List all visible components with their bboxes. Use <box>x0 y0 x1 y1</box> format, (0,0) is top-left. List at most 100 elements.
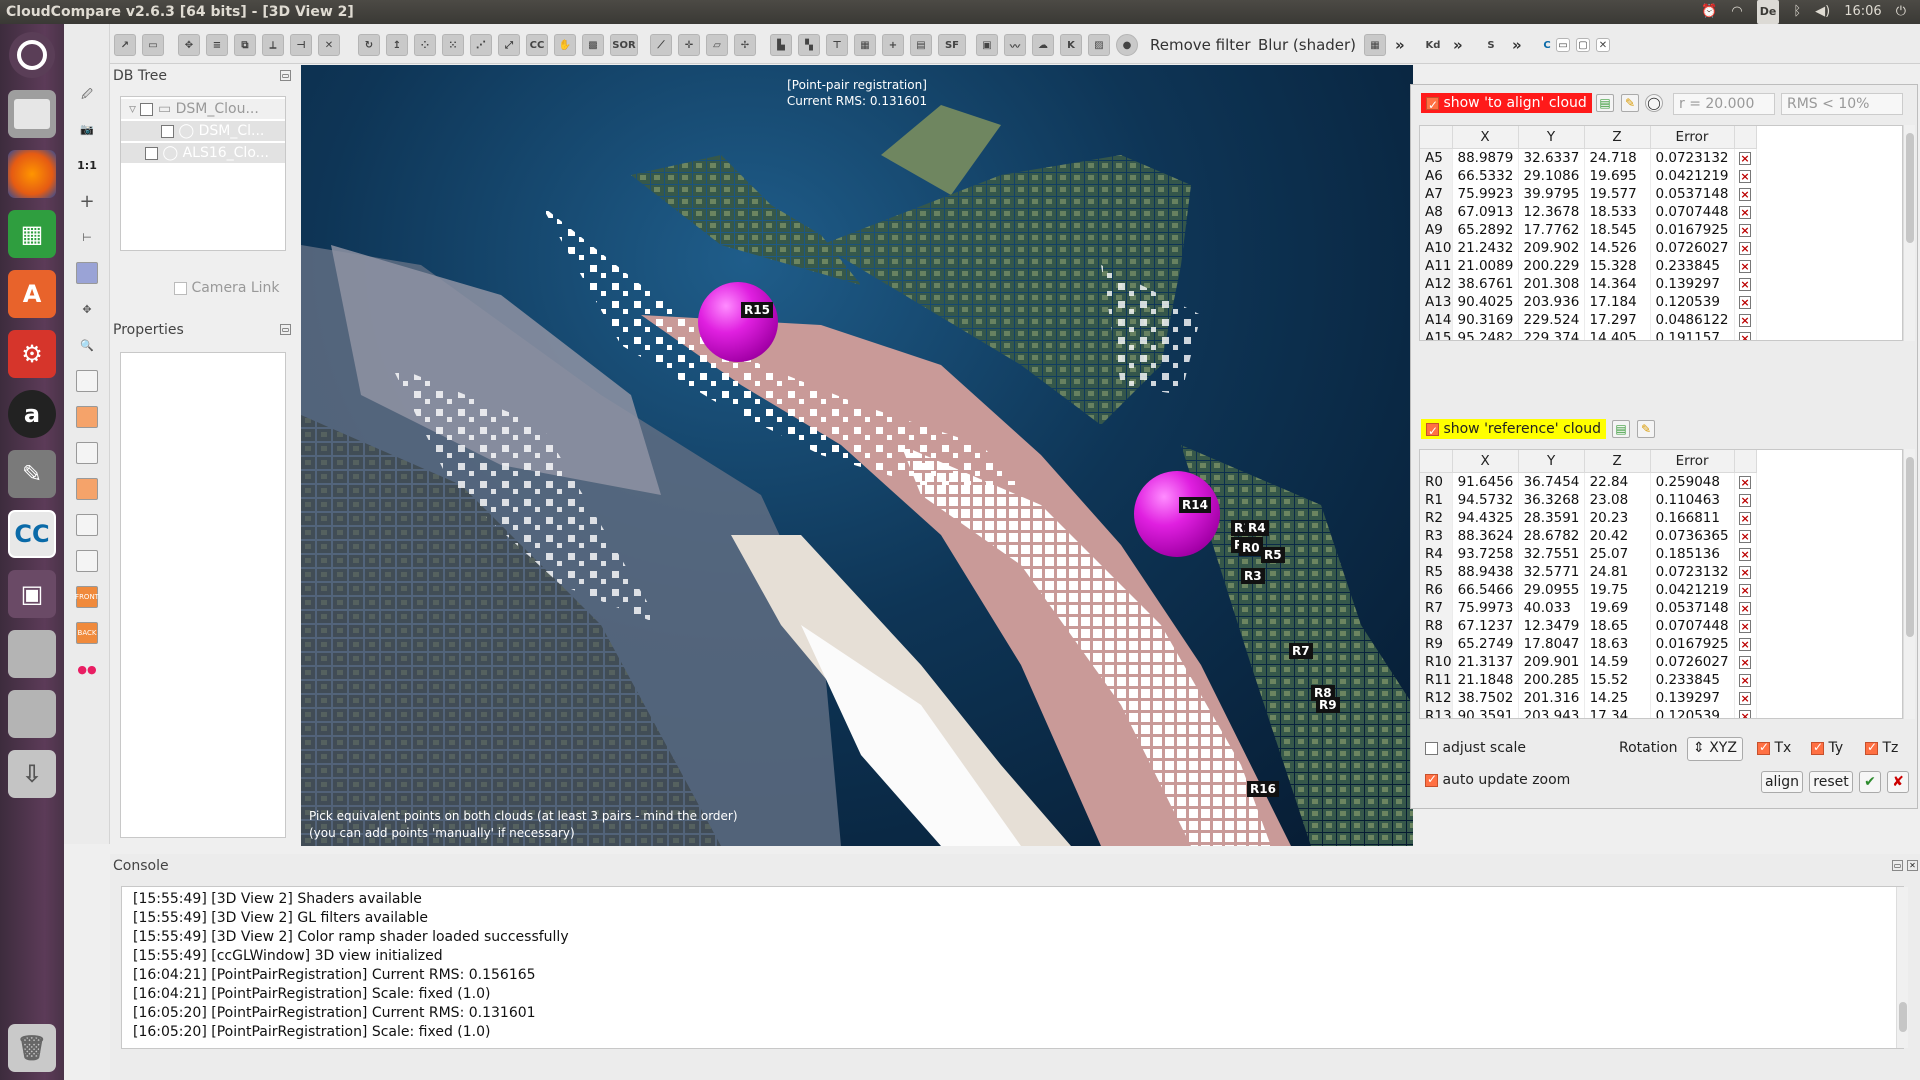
show-reference-cloud-checkbox[interactable] <box>1426 421 1439 441</box>
zoom-icon[interactable]: 🔍 <box>76 334 98 356</box>
kd-tree-icon[interactable]: Kd <box>1422 34 1444 56</box>
table-row[interactable]: A11 21.0089 200.229 15.328 0.233845 × <box>1420 256 1757 275</box>
reference-cloud-edit-icon[interactable]: ✎ <box>1637 420 1655 438</box>
remove-point-icon[interactable]: × <box>1739 151 1751 165</box>
table-row[interactable]: R4 93.7258 32.7551 25.07 0.185136 × <box>1420 544 1757 563</box>
tz-checkbox[interactable] <box>1865 740 1878 755</box>
save-icon[interactable]: ▭ <box>142 34 164 56</box>
camera-link-checkbox[interactable] <box>174 281 187 295</box>
sphere-radius-input[interactable]: r = 20.000 <box>1673 93 1775 115</box>
remove-point-icon[interactable]: × <box>1739 655 1752 669</box>
power-icon[interactable]: ⏻ <box>1896 0 1906 24</box>
axis-icon[interactable]: ⊢ <box>76 226 98 248</box>
view-back-icon[interactable] <box>76 478 98 500</box>
expand-icon[interactable]: ▿ <box>129 101 136 117</box>
column-header-z[interactable]: Z <box>1584 450 1651 473</box>
table-row[interactable]: R0 91.6456 36.7454 22.84 0.259048 × <box>1420 472 1757 491</box>
usb-drive-icon[interactable]: ⇩ <box>8 750 56 798</box>
point-marker-r15[interactable] <box>698 282 778 362</box>
label-r0[interactable]: R0 <box>1239 540 1263 556</box>
ubuntu-dash-icon[interactable] <box>9 32 55 78</box>
console-log[interactable]: [15:55:49] [3D View 2] Shaders available… <box>121 886 1904 1049</box>
remove-point-icon[interactable]: × <box>1739 205 1751 219</box>
bluetooth-icon[interactable]: ᛒ <box>1793 0 1801 24</box>
db-tree-item-dsm[interactable]: ◯ DSM_Cl... <box>121 121 285 141</box>
table-row[interactable]: R3 88.3624 28.6782 20.42 0.0736365 × <box>1420 526 1757 545</box>
remove-filter-button[interactable]: Remove filter <box>1150 34 1251 56</box>
subsample-icon[interactable]: ⁙ <box>442 34 464 56</box>
table-row[interactable]: R8 67.1237 12.3479 18.65 0.0707448 × <box>1420 616 1757 635</box>
remove-point-icon[interactable]: × <box>1739 601 1752 615</box>
noise-filter-icon[interactable]: ▨ <box>1088 34 1110 56</box>
table-row[interactable]: R5 88.9438 32.5771 24.81 0.0723132 × <box>1420 562 1757 581</box>
confirm-icon[interactable]: ✔ <box>1859 771 1881 793</box>
label-r3[interactable]: R3 <box>1241 568 1265 584</box>
view-bottom-icon[interactable] <box>76 550 98 572</box>
crosshair-icon[interactable]: + <box>76 190 98 212</box>
auto-update-zoom-option[interactable]: auto update zoom <box>1425 772 1570 788</box>
pick-icon[interactable]: ✋ <box>554 34 576 56</box>
remove-point-icon[interactable]: × <box>1739 295 1751 309</box>
remove-point-icon[interactable]: × <box>1739 313 1751 327</box>
console-undock-icon[interactable]: ▭ <box>1892 860 1903 871</box>
db-tree-item-root[interactable]: ▿ ▭ DSM_Clou... <box>121 99 285 119</box>
clock[interactable]: 16:06 <box>1844 0 1881 24</box>
view-left-icon[interactable] <box>76 442 98 464</box>
db-tree-item-als16[interactable]: ◯ ALS16_Clo... <box>121 143 285 163</box>
align-cloud-export-icon[interactable]: ▤ <box>1596 94 1614 112</box>
cloud-icon[interactable]: ☁ <box>1032 34 1054 56</box>
table-row[interactable]: R11 21.1848 200.285 15.52 0.233845 × <box>1420 670 1757 689</box>
reference-table-scrollbar[interactable] <box>1903 449 1915 719</box>
column-header-y[interactable]: Y <box>1518 126 1585 149</box>
select-icon[interactable]: ✥ <box>178 34 200 56</box>
remove-point-icon[interactable]: × <box>1739 511 1752 525</box>
view-top-icon[interactable] <box>76 370 98 392</box>
amazon-icon[interactable]: a <box>8 390 56 438</box>
column-header-x[interactable]: X <box>1452 126 1519 149</box>
cc-icon[interactable]: CC <box>526 34 548 56</box>
remove-point-icon[interactable]: × <box>1739 223 1751 237</box>
noise-icon[interactable]: ⋰ <box>470 34 492 56</box>
show-reference-cloud-toggle[interactable]: show 'reference' cloud <box>1421 419 1606 441</box>
db-tree-checkbox[interactable] <box>161 124 174 138</box>
pick-rotation-icon[interactable]: 🖉 <box>76 84 98 106</box>
tz-option[interactable]: Tz <box>1865 740 1898 756</box>
db-tree-undock-icon[interactable]: ▭ <box>280 70 291 81</box>
reset-button[interactable]: reset <box>1809 771 1853 793</box>
blur-shader-button[interactable]: Blur (shader) <box>1258 34 1356 56</box>
table-row[interactable]: A5 88.9879 32.6337 24.718 0.0723132 × <box>1420 148 1757 167</box>
column-header-x[interactable]: X <box>1452 450 1519 473</box>
sor-filter-icon[interactable]: SOR <box>610 34 638 56</box>
rotation-select[interactable]: ⇕ XYZ <box>1687 737 1743 761</box>
perspective-icon[interactable] <box>76 262 98 284</box>
back-view-icon[interactable]: BACK <box>76 622 98 644</box>
table-row[interactable]: A10 21.2432 209.902 14.526 0.0726027 × <box>1420 238 1757 257</box>
files-icon[interactable] <box>8 90 56 138</box>
tx-checkbox[interactable] <box>1757 740 1770 755</box>
open-icon[interactable]: ↗ <box>114 34 136 56</box>
table-row[interactable]: R2 94.4325 28.3591 20.23 0.166811 × <box>1420 508 1757 527</box>
db-tree-checkbox[interactable] <box>145 146 158 160</box>
toolbar-overflow-icon-3[interactable]: » <box>1512 34 1522 56</box>
zoom-1to1-icon[interactable]: 1:1 <box>76 154 98 176</box>
console-scrollbar[interactable] <box>1896 887 1908 1048</box>
table-row[interactable]: A8 67.0913 12.3678 18.533 0.0707448 × <box>1420 202 1757 221</box>
properties-undock-icon[interactable]: ▭ <box>280 324 291 335</box>
dual-view-icon[interactable]: ●● <box>76 658 98 680</box>
ty-checkbox[interactable] <box>1811 740 1824 755</box>
show-align-cloud-checkbox[interactable] <box>1426 95 1439 115</box>
db-tree-checkbox[interactable] <box>140 102 154 116</box>
clone-icon[interactable]: ⧉ <box>234 34 256 56</box>
remove-point-icon[interactable]: × <box>1739 493 1752 507</box>
drive-icon-2[interactable] <box>8 690 56 738</box>
chart-icon[interactable]: ▚ <box>798 34 820 56</box>
remove-point-icon[interactable]: × <box>1739 583 1752 597</box>
curve-icon[interactable]: S <box>1480 34 1502 56</box>
restore-icon[interactable]: ▭ <box>1556 38 1570 52</box>
sample-icon[interactable]: ⁘ <box>414 34 436 56</box>
export-icon[interactable]: ▤ <box>910 34 932 56</box>
list-icon[interactable]: ≡ <box>206 34 228 56</box>
tool-icon-1[interactable]: ⟋ <box>650 34 672 56</box>
table-row[interactable]: A13 90.4025 203.936 17.184 0.120539 × <box>1420 292 1757 311</box>
kd-icon[interactable]: K <box>1060 34 1082 56</box>
